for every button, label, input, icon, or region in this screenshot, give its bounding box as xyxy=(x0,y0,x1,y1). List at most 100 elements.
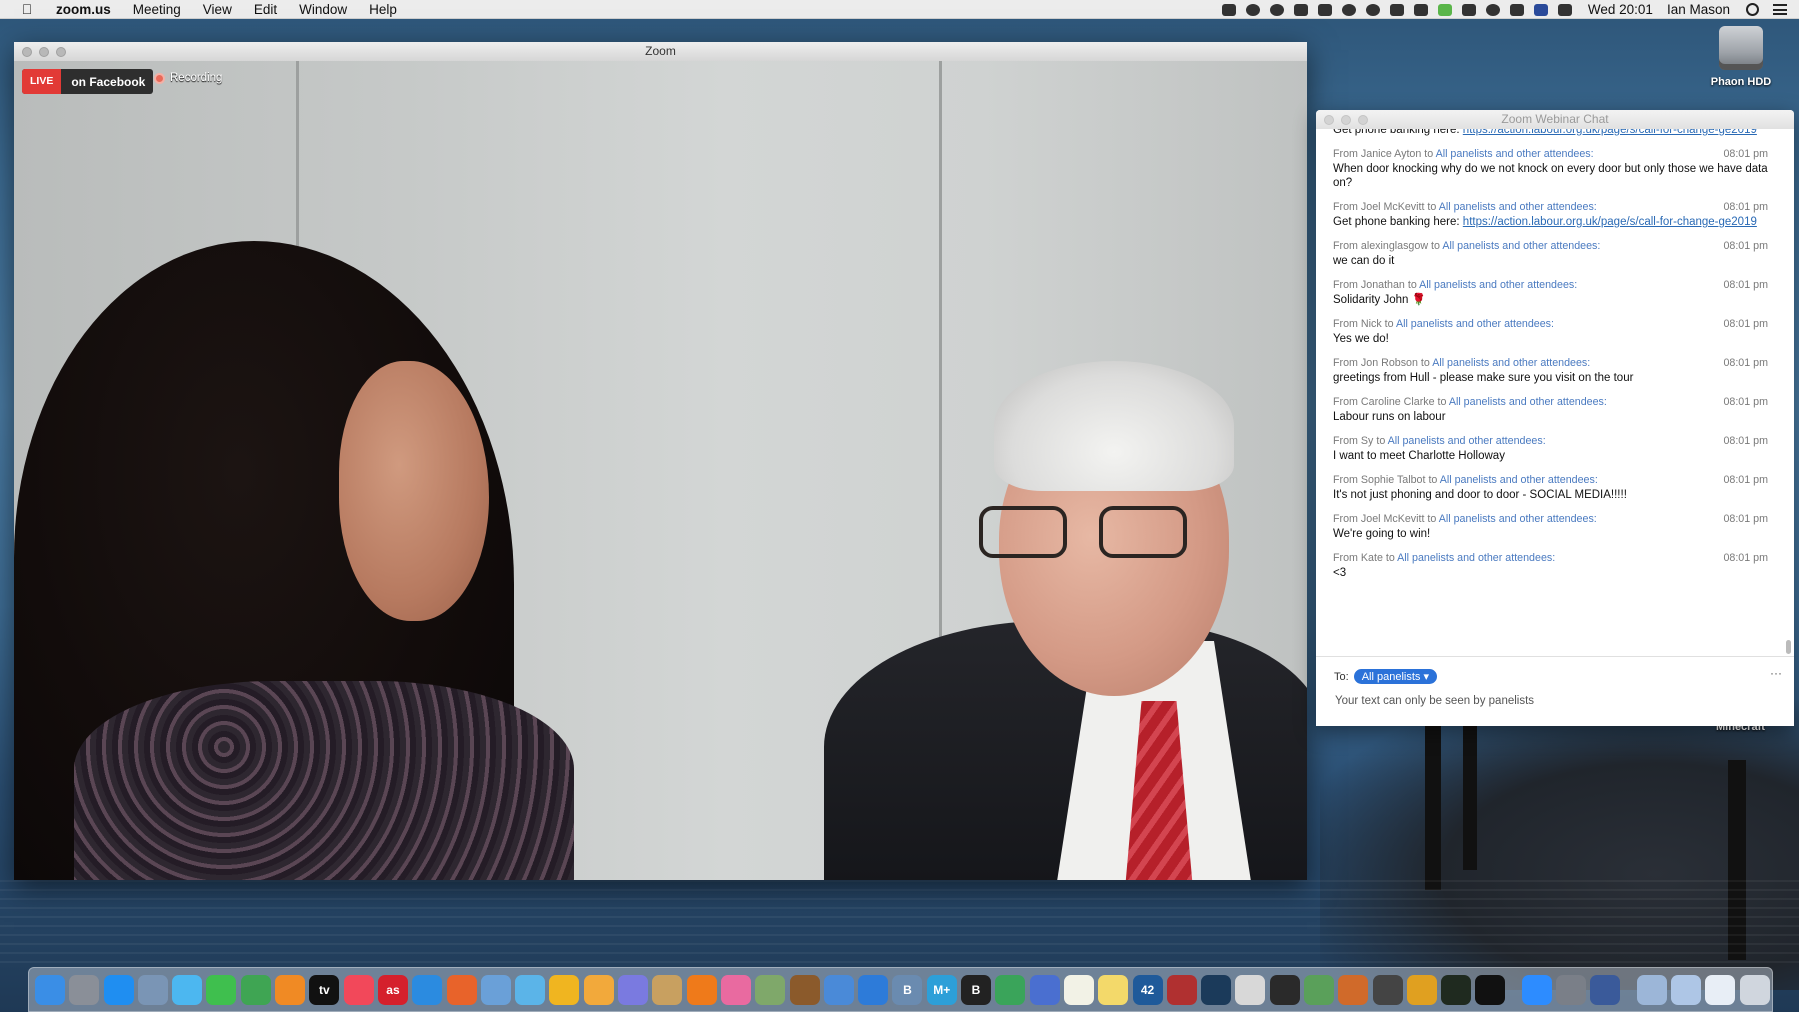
globe-icon[interactable] xyxy=(823,974,854,1005)
dropbox-icon[interactable] xyxy=(1317,3,1332,16)
chat-message-link[interactable]: https://action.labour.org.uk/page/s/call… xyxy=(1463,216,1757,228)
steam-icon[interactable] xyxy=(1201,974,1232,1005)
recipient-dropdown[interactable]: All panelists ▾ xyxy=(1353,669,1437,684)
chat-message: From Jon Robson to All panelists and oth… xyxy=(1333,356,1768,385)
zoom-window-icon[interactable] xyxy=(1358,115,1368,125)
chat-message-link[interactable]: https://action.labour.org.uk/page/s/call… xyxy=(1463,129,1757,136)
circle-status-icon[interactable] xyxy=(1269,3,1284,16)
launchpad-icon[interactable] xyxy=(69,974,100,1005)
firefox-icon[interactable] xyxy=(446,974,477,1005)
bluetooth-icon[interactable] xyxy=(1509,3,1524,16)
cloud-icon[interactable] xyxy=(1245,3,1260,16)
downloads-icon[interactable] xyxy=(1670,974,1701,1005)
lastfm-status-icon[interactable] xyxy=(1293,3,1308,16)
compass-icon[interactable] xyxy=(1372,974,1403,1005)
activity-monitor-icon[interactable] xyxy=(1441,974,1472,1005)
gmail-status-icon[interactable] xyxy=(1413,3,1428,16)
battery-bars-icon[interactable] xyxy=(1437,3,1452,16)
info-status-icon[interactable] xyxy=(1341,3,1356,16)
live-badge[interactable]: LIVE on Facebook xyxy=(22,69,154,94)
chat-more-button[interactable]: ··· xyxy=(1770,666,1782,680)
xcode-icon[interactable] xyxy=(858,974,889,1005)
finder-icon[interactable] xyxy=(35,974,65,1005)
chat-message-list[interactable]: Get phone banking here: https://action.l… xyxy=(1316,129,1794,654)
star-badge-icon[interactable] xyxy=(1235,974,1266,1005)
calendar-icon[interactable] xyxy=(618,974,649,1005)
music-icon[interactable] xyxy=(343,974,374,1005)
zoom-app-icon[interactable] xyxy=(1521,974,1552,1005)
facetime-icon[interactable] xyxy=(206,974,237,1005)
messages-icon[interactable] xyxy=(172,974,203,1005)
recording-indicator[interactable]: Recording xyxy=(154,72,222,84)
menu-edit[interactable]: Edit xyxy=(254,2,277,17)
menu-window[interactable]: Window xyxy=(299,2,347,17)
time-machine-icon[interactable] xyxy=(1485,3,1500,16)
close-window-icon[interactable] xyxy=(1324,115,1334,125)
mplus-icon[interactable]: M+ xyxy=(926,974,957,1005)
chat-timestamp: 08:01 pm xyxy=(1723,148,1768,160)
spotlight-search-icon[interactable] xyxy=(1746,3,1759,16)
airplay-icon[interactable] xyxy=(1461,3,1476,16)
bold-b-icon[interactable]: B xyxy=(961,974,992,1005)
chrome-icon[interactable] xyxy=(240,974,271,1005)
stickies-icon[interactable] xyxy=(1098,974,1129,1005)
chat-titlebar[interactable]: Zoom Webinar Chat xyxy=(1316,110,1794,129)
orange-icon[interactable] xyxy=(686,974,717,1005)
desktop-disk[interactable]: Phaon HDD xyxy=(1704,26,1778,88)
safari-icon[interactable] xyxy=(412,974,443,1005)
apple-tv-icon[interactable]: tv xyxy=(309,974,340,1005)
preview-icon[interactable] xyxy=(137,974,168,1005)
reeder-star-icon[interactable] xyxy=(549,974,580,1005)
notification-center-icon[interactable] xyxy=(1773,4,1787,15)
trash-icon[interactable] xyxy=(1739,974,1770,1005)
ball-icon[interactable] xyxy=(1406,974,1437,1005)
system-preferences-icon[interactable] xyxy=(1556,974,1587,1005)
colors-icon[interactable] xyxy=(995,974,1026,1005)
chat-input-field[interactable]: Your text can only be seen by panelists xyxy=(1335,695,1534,707)
menu-app-name[interactable]: zoom.us xyxy=(56,2,111,17)
books-icon[interactable] xyxy=(275,974,306,1005)
notes-icon[interactable] xyxy=(1063,974,1094,1005)
zoom-status-icon[interactable] xyxy=(1221,3,1236,16)
zoom-titlebar[interactable]: Zoom xyxy=(14,42,1307,61)
hard-drive-icon[interactable] xyxy=(1719,26,1763,70)
chat-scrollbar[interactable] xyxy=(1786,640,1791,654)
hammer-icon[interactable] xyxy=(1303,974,1334,1005)
volume-icon[interactable] xyxy=(1557,3,1572,16)
menu-view[interactable]: View xyxy=(203,2,232,17)
app-store-icon[interactable] xyxy=(103,974,134,1005)
tool-icon[interactable] xyxy=(1166,974,1197,1005)
minimize-window-icon[interactable] xyxy=(1341,115,1351,125)
42-icon[interactable]: 42 xyxy=(1132,974,1163,1005)
uk-flag-icon[interactable] xyxy=(1533,3,1548,16)
menubar-clock[interactable]: Wed 20:01 xyxy=(1588,2,1653,17)
cloud-app-icon[interactable] xyxy=(1365,3,1380,16)
minimize-window-icon[interactable] xyxy=(39,47,49,57)
menu-meeting[interactable]: Meeting xyxy=(133,2,181,17)
omnifocus-icon[interactable] xyxy=(1029,974,1060,1005)
video-feed[interactable]: LIVE on Facebook Recording xyxy=(14,61,1307,880)
check-shield-icon[interactable] xyxy=(1269,974,1300,1005)
apple-menu-icon[interactable]:  xyxy=(18,1,36,17)
menubar-user[interactable]: Ian Mason xyxy=(1667,2,1730,17)
acorn-icon[interactable] xyxy=(789,974,820,1005)
dock: tv as B M+ B 42 xyxy=(28,967,1773,1012)
menu-help[interactable]: Help xyxy=(369,2,397,17)
map-icon[interactable] xyxy=(755,974,786,1005)
chat-sender-name: From Joel McKevitt to xyxy=(1333,201,1439,213)
toolbox-icon[interactable] xyxy=(1338,974,1369,1005)
bbedit-icon[interactable]: B xyxy=(892,974,923,1005)
document-icon[interactable] xyxy=(1705,974,1736,1005)
photos-icon[interactable] xyxy=(720,974,751,1005)
atom-icon[interactable] xyxy=(1590,974,1621,1005)
folder-icon[interactable] xyxy=(1636,974,1667,1005)
zoom-window-icon[interactable] xyxy=(56,47,66,57)
pages-icon[interactable] xyxy=(583,974,614,1005)
terminal-icon[interactable] xyxy=(1475,974,1506,1005)
twitter-bird-icon[interactable] xyxy=(515,974,546,1005)
mail-icon[interactable] xyxy=(480,974,511,1005)
drive-status-icon[interactable] xyxy=(1389,3,1404,16)
lastfm-icon[interactable]: as xyxy=(377,974,408,1005)
close-window-icon[interactable] xyxy=(22,47,32,57)
box-icon[interactable] xyxy=(652,974,683,1005)
